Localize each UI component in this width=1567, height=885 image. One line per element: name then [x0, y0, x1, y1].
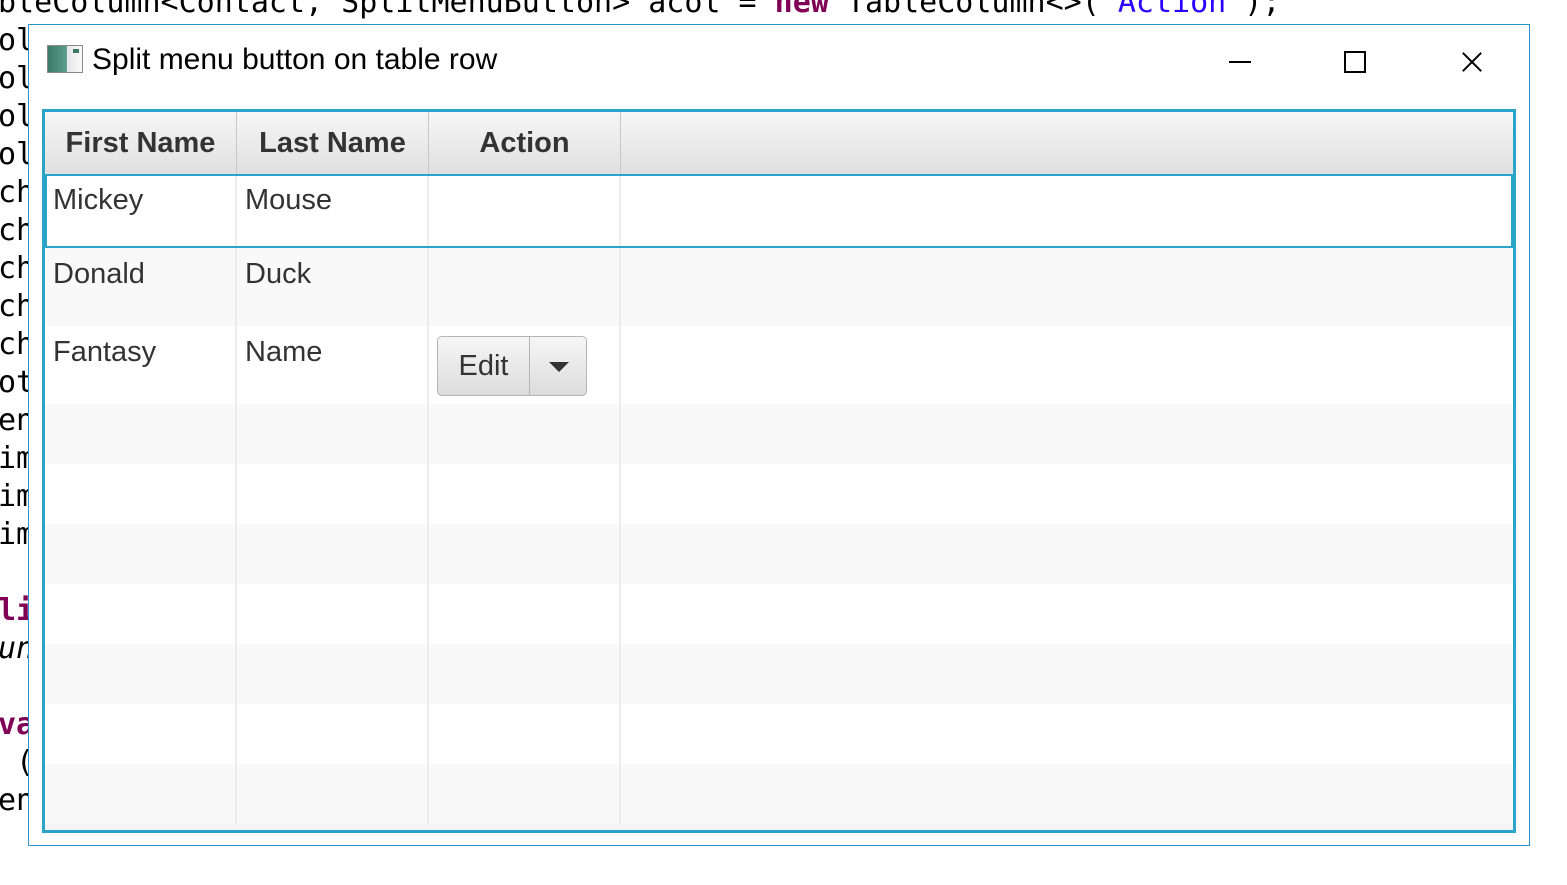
empty-cell [621, 404, 1513, 464]
window-title: Split menu button on table row [92, 43, 498, 76]
empty-cell [621, 524, 1513, 584]
empty-cell [429, 464, 621, 524]
table-row[interactable]: Fantasy Name Edit [45, 326, 1513, 404]
empty-table-row [45, 644, 1513, 704]
cell-filler [621, 326, 1513, 404]
empty-cell [429, 524, 621, 584]
code-line: bleColumn<Contact, SplitMenuButton> acol… [0, 0, 1280, 22]
empty-table-row [45, 404, 1513, 464]
minimize-icon[interactable] [1209, 41, 1269, 81]
empty-cell [429, 404, 621, 464]
empty-cell [429, 644, 621, 704]
empty-cell [429, 584, 621, 644]
empty-table-row [45, 464, 1513, 524]
cell-last-name[interactable]: Name [237, 326, 429, 404]
empty-cell [45, 704, 237, 764]
empty-cell [621, 764, 1513, 824]
maximize-icon[interactable] [1325, 41, 1385, 81]
column-header-filler [621, 112, 1513, 174]
empty-cell [237, 704, 429, 764]
cell-action[interactable] [429, 248, 621, 326]
code-token: bleColumn<Contact, SplitMenuButton> acol… [0, 0, 775, 20]
cell-first-name[interactable]: Donald [45, 248, 237, 326]
chevron-down-icon[interactable] [530, 337, 586, 395]
cell-first-name[interactable]: Fantasy [45, 326, 237, 404]
empty-cell [237, 524, 429, 584]
code-token: TableColumn<>( [828, 0, 1100, 20]
empty-cell [237, 464, 429, 524]
empty-table-row [45, 764, 1513, 824]
cell-filler [621, 248, 1513, 326]
code-token: ); [1244, 0, 1281, 20]
empty-cell [237, 584, 429, 644]
contacts-table[interactable]: First Name Last Name Action Mickey Mouse D… [42, 109, 1516, 833]
app-window: Split menu button on table row First Nam… [28, 24, 1530, 846]
cell-filler [621, 176, 1513, 246]
empty-cell [621, 644, 1513, 704]
cell-last-name[interactable]: Mouse [237, 176, 429, 246]
title-bar[interactable]: Split menu button on table row [29, 25, 1529, 99]
empty-cell [429, 704, 621, 764]
table-row[interactable]: Mickey Mouse [45, 174, 1513, 248]
code-token: "Action" [1099, 0, 1245, 20]
code-token: new [774, 0, 829, 20]
empty-cell [45, 764, 237, 824]
table-row[interactable]: Donald Duck [45, 248, 1513, 326]
cell-first-name[interactable]: Mickey [45, 176, 237, 246]
close-icon[interactable] [1441, 41, 1501, 81]
empty-cell [237, 764, 429, 824]
column-header-action[interactable]: Action [429, 112, 621, 174]
cell-action[interactable] [429, 176, 621, 246]
empty-cell [621, 584, 1513, 644]
empty-table-row [45, 704, 1513, 764]
edit-button[interactable]: Edit [438, 337, 530, 395]
empty-cell [45, 524, 237, 584]
empty-table-row [45, 524, 1513, 584]
empty-cell [45, 404, 237, 464]
empty-cell [237, 404, 429, 464]
table-header: First Name Last Name Action [45, 112, 1513, 175]
column-header-first-name[interactable]: First Name [45, 112, 237, 174]
cell-action[interactable]: Edit [429, 326, 621, 404]
column-header-last-name[interactable]: Last Name [237, 112, 429, 174]
app-icon [47, 45, 83, 73]
empty-table-row [45, 584, 1513, 644]
empty-cell [237, 644, 429, 704]
empty-cell [621, 704, 1513, 764]
edit-split-menu-button[interactable]: Edit [437, 336, 587, 396]
empty-cell [45, 464, 237, 524]
empty-cell [45, 644, 237, 704]
cell-last-name[interactable]: Duck [237, 248, 429, 326]
empty-cell [621, 464, 1513, 524]
empty-cell [429, 764, 621, 824]
empty-cell [45, 584, 237, 644]
